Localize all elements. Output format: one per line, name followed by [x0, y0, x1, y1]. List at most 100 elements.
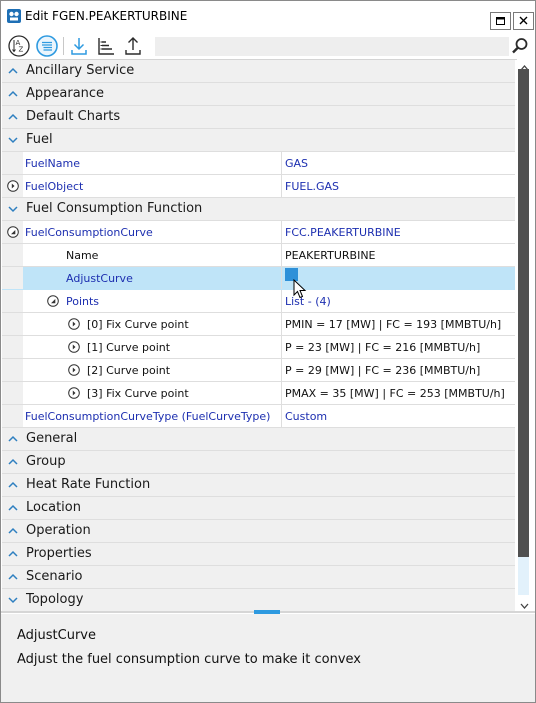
category-general[interactable]: General — [2, 428, 515, 451]
collapse-circle-icon[interactable] — [47, 295, 59, 307]
import-button[interactable] — [67, 34, 91, 58]
chevron-down-icon[interactable] — [7, 203, 19, 215]
property-name: Points — [66, 295, 100, 308]
property-name: FuelConsumptionCurve — [25, 226, 153, 239]
property-value-cell[interactable]: List - (4) — [282, 290, 515, 312]
collapse-circle-icon[interactable] — [7, 226, 19, 238]
property-row-point-2[interactable]: [2] Curve point P = 29 [MW] | FC = 236 [… — [2, 359, 515, 382]
search-input[interactable] — [155, 37, 509, 56]
chevron-up-icon[interactable] — [7, 571, 19, 583]
category-label: Properties — [26, 546, 92, 561]
property-name-cell[interactable]: FuelObject — [23, 175, 282, 197]
category-operation[interactable]: Operation — [2, 520, 515, 543]
category-location[interactable]: Location — [2, 497, 515, 520]
vertical-scrollbar[interactable] — [517, 59, 531, 611]
category-label: Ancillary Service — [26, 63, 135, 78]
property-name-cell[interactable]: FuelConsumptionCurveType (FuelCurveType) — [23, 405, 282, 427]
property-row-fuelname[interactable]: FuelName GAS — [2, 152, 515, 175]
property-name-cell[interactable]: AdjustCurve — [23, 267, 282, 289]
description-title: AdjustCurve — [17, 628, 96, 643]
row-gutter — [2, 290, 23, 312]
property-row-points[interactable]: Points List - (4) — [2, 290, 515, 313]
expand-circle-icon[interactable] — [68, 318, 80, 330]
property-value-cell[interactable]: P = 29 [MW] | FC = 236 [MMBTU/h] — [282, 359, 515, 381]
restore-button[interactable] — [490, 12, 511, 30]
category-label: Default Charts — [26, 109, 121, 124]
property-value-cell[interactable]: P = 23 [MW] | FC = 216 [MMBTU/h] — [282, 336, 515, 358]
property-row-point-1[interactable]: [1] Curve point P = 23 [MW] | FC = 216 [… — [2, 336, 515, 359]
chevron-up-icon[interactable] — [7, 548, 19, 560]
sort-tree-button[interactable] — [94, 34, 118, 58]
row-gutter — [2, 267, 23, 289]
property-value-cell[interactable]: FUEL.GAS — [282, 175, 515, 197]
expand-circle-icon[interactable] — [68, 364, 80, 376]
category-fuel-consumption-function[interactable]: Fuel Consumption Function — [2, 198, 515, 221]
property-name: AdjustCurve — [66, 272, 133, 285]
property-value-cell[interactable]: Custom — [282, 405, 515, 427]
row-gutter — [2, 244, 23, 266]
row-gutter — [2, 313, 23, 335]
description-panel: AdjustCurve Adjust the fuel consumption … — [1, 614, 535, 702]
property-name-cell[interactable]: [3] Fix Curve point — [23, 382, 282, 404]
chevron-up-icon[interactable] — [7, 433, 19, 445]
property-row-fuelconsumptioncurvetype[interactable]: FuelConsumptionCurveType (FuelCurveType)… — [2, 405, 515, 428]
description-text: Adjust the fuel consumption curve to mak… — [17, 652, 361, 667]
search-icon — [511, 38, 529, 58]
chevron-up-icon[interactable] — [7, 65, 19, 77]
property-name: FuelName — [25, 157, 80, 170]
category-appearance[interactable]: Appearance — [2, 83, 515, 106]
property-row-fuelobject[interactable]: FuelObject FUEL.GAS — [2, 175, 515, 198]
expand-circle-icon[interactable] — [68, 387, 80, 399]
property-value-cell[interactable]: FCC.PEAKERTURBINE — [282, 221, 515, 243]
category-label: Appearance — [26, 86, 105, 101]
property-name: Name — [66, 249, 99, 262]
category-topology[interactable]: Topology — [2, 589, 515, 611]
property-value-cell[interactable] — [282, 267, 515, 289]
property-name-cell[interactable]: [1] Curve point — [23, 336, 282, 358]
property-name-cell[interactable]: [0] Fix Curve point — [23, 313, 282, 335]
chevron-down-icon[interactable] — [7, 594, 19, 606]
property-name-cell[interactable]: [2] Curve point — [23, 359, 282, 381]
property-value-cell[interactable]: PMAX = 35 [MW] | FC = 253 [MMBTU/h] — [282, 382, 515, 404]
property-row-adjustcurve[interactable]: AdjustCurve — [2, 267, 515, 290]
chevron-up-icon[interactable] — [7, 502, 19, 514]
chevron-down-icon[interactable] — [7, 134, 19, 146]
chevron-up-icon[interactable] — [7, 88, 19, 100]
category-heat-rate-function[interactable]: Heat Rate Function — [2, 474, 515, 497]
property-name-cell[interactable]: Points — [23, 290, 282, 312]
sort-alphabetical-button[interactable]: A Z — [7, 34, 31, 58]
category-default-charts[interactable]: Default Charts — [2, 106, 515, 129]
property-row-point-3[interactable]: [3] Fix Curve point PMAX = 35 [MW] | FC … — [2, 382, 515, 405]
close-button[interactable] — [513, 12, 534, 30]
property-value: FUEL.GAS — [285, 180, 339, 193]
expand-circle-icon[interactable] — [7, 180, 19, 192]
property-value-cell[interactable]: PMIN = 17 [MW] | FC = 193 [MMBTU/h] — [282, 313, 515, 335]
category-properties[interactable]: Properties — [2, 543, 515, 566]
chevron-up-icon[interactable] — [7, 479, 19, 491]
property-value: P = 29 [MW] | FC = 236 [MMBTU/h] — [285, 364, 481, 377]
export-button[interactable] — [121, 34, 145, 58]
search-button[interactable] — [511, 37, 529, 55]
property-value-cell[interactable]: PEAKERTURBINE — [282, 244, 515, 266]
category-scenario[interactable]: Scenario — [2, 566, 515, 589]
scroll-up-icon[interactable] — [520, 61, 529, 71]
category-fuel[interactable]: Fuel — [2, 129, 515, 152]
property-value-cell[interactable]: GAS — [282, 152, 515, 174]
property-row-point-0[interactable]: [0] Fix Curve point PMIN = 17 [MW] | FC … — [2, 313, 515, 336]
scrollbar-thumb[interactable] — [518, 69, 529, 557]
expand-circle-icon[interactable] — [68, 341, 80, 353]
property-row-name[interactable]: Name PEAKERTURBINE — [2, 244, 515, 267]
categorized-button[interactable] — [35, 34, 59, 58]
chevron-up-icon[interactable] — [7, 456, 19, 468]
category-ancillary-service[interactable]: Ancillary Service — [2, 60, 515, 83]
property-name-cell[interactable]: FuelName — [23, 152, 282, 174]
scroll-down-icon[interactable] — [520, 599, 529, 609]
property-name-cell[interactable]: FuelConsumptionCurve — [23, 221, 282, 243]
property-name: [0] Fix Curve point — [87, 318, 189, 331]
category-group[interactable]: Group — [2, 451, 515, 474]
property-row-fuelconsumptioncurve[interactable]: FuelConsumptionCurve FCC.PEAKERTURBINE — [2, 221, 515, 244]
property-name-cell[interactable]: Name — [23, 244, 282, 266]
row-gutter — [2, 221, 23, 243]
chevron-up-icon[interactable] — [7, 111, 19, 123]
chevron-up-icon[interactable] — [7, 525, 19, 537]
